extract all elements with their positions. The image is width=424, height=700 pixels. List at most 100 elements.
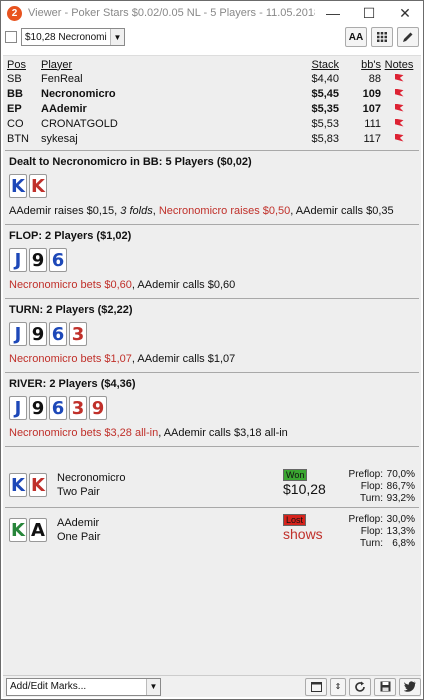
action-text: , AAdemir calls $3,18 all-in (158, 427, 288, 439)
odds-value: 86,7% (386, 481, 415, 492)
note-flag-icon[interactable] (381, 73, 417, 85)
flop-section: FLOP: 2 Players ($1,02) J 9 6 Necronomic… (3, 225, 421, 298)
river-actions: Necronomicro bets $3,28 all-in, AAdemir … (9, 426, 415, 440)
viewer-window: 2 Viewer - Poker Stars $0.02/0.05 NL - 5… (0, 0, 424, 700)
odds-row: Turn: 93,2% (343, 493, 415, 505)
odds-row: Preflop: 70,0% (343, 469, 415, 481)
hole-cards: K K (9, 174, 415, 198)
note-flag-icon[interactable] (381, 103, 417, 115)
table-row[interactable]: CO CRONATGOLD $5,53 111 (7, 116, 417, 131)
col-bbs[interactable]: bb's (339, 59, 381, 71)
table-row[interactable]: EP AAdemir $5,35 107 (7, 101, 417, 116)
status-bar: Add/Edit Marks... ▼ ⇕ (3, 675, 421, 697)
hand-history-panel: Pos Player Stack bb's Notes SB FenReal $… (3, 55, 421, 677)
row-bbs: 88 (368, 72, 381, 85)
turn-section: TURN: 2 Players ($2,22) J 9 6 3 Necronom… (3, 299, 421, 372)
lost-badge: Lost (283, 514, 307, 526)
result: Won $10,28 (283, 469, 343, 497)
note-flag-icon[interactable] (381, 118, 417, 130)
odds-value: 30,0% (386, 514, 415, 525)
table-row[interactable]: BTN sykesaj $5,83 117 (7, 131, 417, 146)
row-pos: BTN (7, 132, 29, 145)
card: K (29, 473, 47, 497)
hole-cards: K K (9, 473, 47, 497)
font-size-button[interactable]: AA (345, 27, 367, 47)
hand-rank: One Pair (57, 531, 101, 543)
row-stack: $5,35 (311, 102, 339, 115)
card: 3 (69, 322, 87, 346)
hand-select[interactable]: $10,28 Necronomi ▼ (21, 28, 125, 46)
calendar-icon (310, 682, 322, 692)
odds-label: Preflop: (348, 469, 383, 480)
player-name: Necronomicro (57, 472, 126, 484)
row-player: Necronomicro (41, 87, 116, 100)
action-text: Necronomicro bets $1,07 (9, 353, 132, 365)
action-text: AAdemir raises $0,15, (9, 205, 121, 217)
marks-select[interactable]: Add/Edit Marks... ▼ (6, 677, 161, 696)
odds-value: 6,8% (392, 538, 415, 549)
river-header: RIVER: 2 Players ($4,36) (9, 378, 136, 390)
hand-checkbox[interactable] (5, 31, 17, 43)
card: J (9, 322, 27, 346)
row-player: sykesaj (41, 132, 78, 145)
odds-row: Flop: 86,7% (343, 481, 415, 493)
table-row[interactable]: BB Necronomicro $5,45 109 (7, 86, 417, 101)
col-pos[interactable]: Pos (7, 59, 41, 71)
table-row[interactable]: SB FenReal $4,40 88 (7, 71, 417, 86)
note-flag-icon[interactable] (381, 88, 417, 100)
players-table-header: Pos Player Stack bb's Notes (7, 58, 417, 71)
player-info: Necronomicro Two Pair (57, 471, 283, 499)
row-bbs: 117 (363, 132, 381, 145)
row-pos: CO (7, 117, 24, 130)
maximize-button[interactable]: ☐ (351, 1, 387, 25)
showdown-row: K K Necronomicro Two Pair Won $10,28 Pre… (3, 463, 421, 507)
preflop-header: Dealt to Necronomicro in BB: 5 Players (… (9, 156, 252, 168)
row-bbs: 111 (364, 117, 381, 130)
flop-header: FLOP: 2 Players ($1,02) (9, 230, 132, 242)
row-bbs: 107 (362, 102, 381, 115)
equity-odds: Preflop: 30,0% Flop: 13,3% Turn: 6,8% (343, 514, 415, 550)
app-icon: 2 (7, 5, 22, 21)
player-name: AAdemir (57, 517, 100, 529)
row-pos: BB (7, 87, 23, 100)
close-button[interactable]: ✕ (387, 1, 423, 25)
card: K (9, 518, 27, 542)
player-info: AAdemir One Pair (57, 516, 283, 544)
grid-button[interactable] (371, 27, 393, 47)
board-cards: J 9 6 3 (9, 322, 415, 346)
minimize-button[interactable]: — (315, 1, 351, 25)
save-button[interactable] (374, 677, 396, 696)
row-pos: SB (7, 72, 22, 85)
up-down-spinner[interactable]: ⇕ (330, 677, 346, 696)
players-table: Pos Player Stack bb's Notes SB FenReal $… (3, 56, 421, 146)
marks-select-value: Add/Edit Marks... (10, 681, 87, 692)
preflop-actions: AAdemir raises $0,15, 3 folds, Necronomi… (9, 204, 415, 218)
calendar-button[interactable] (305, 677, 327, 696)
turn-actions: Necronomicro bets $1,07, AAdemir calls $… (9, 352, 415, 366)
card: K (29, 174, 47, 198)
twitter-button[interactable] (399, 677, 421, 696)
row-player: FenReal (41, 72, 83, 85)
preflop-section: Dealt to Necronomicro in BB: 5 Players (… (3, 151, 421, 224)
chevron-down-icon[interactable]: ▼ (146, 678, 160, 695)
card: 3 (69, 396, 87, 420)
grid-icon (377, 32, 387, 42)
card: 6 (49, 248, 67, 272)
hand-rank: Two Pair (57, 486, 100, 498)
col-notes[interactable]: Notes (381, 59, 417, 71)
col-stack[interactable]: Stack (291, 59, 339, 71)
action-text: , AAdemir calls $0,60 (131, 279, 236, 291)
card: 6 (49, 322, 67, 346)
note-flag-icon[interactable] (381, 133, 417, 145)
action-text: Necronomicro bets $3,28 all-in (9, 427, 159, 439)
card: K (9, 174, 27, 198)
won-amount: $10,28 (283, 481, 326, 497)
edit-button[interactable] (397, 27, 419, 47)
odds-value: 70,0% (386, 469, 415, 480)
refresh-button[interactable] (349, 677, 371, 696)
card: K (9, 473, 27, 497)
col-player[interactable]: Player (41, 59, 291, 71)
chevron-down-icon[interactable]: ▼ (110, 29, 124, 45)
save-icon (380, 681, 390, 692)
row-player: CRONATGOLD (41, 117, 118, 130)
